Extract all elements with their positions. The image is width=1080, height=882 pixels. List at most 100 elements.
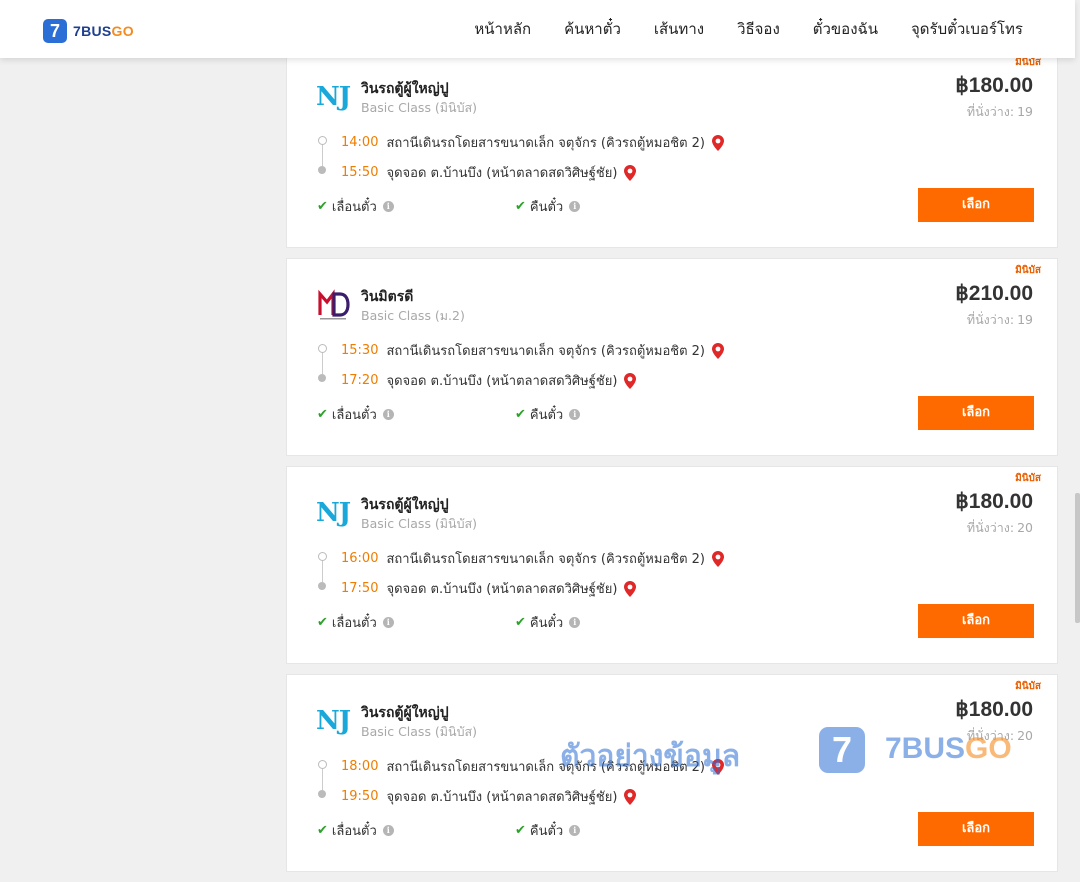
ticket-price: ฿180.00 [955, 698, 1033, 721]
feature-reschedule: ✔ เลื่อนตั๋ว i [317, 196, 394, 217]
operator-name: วินรถตู้ผู้ใหญ่ปู [361, 497, 449, 513]
check-icon: ✔ [515, 823, 526, 838]
arrival-place: จุดจอด ต.บ้านบึง (หน้าตลาดสดวิศิษฐ์ชัย) [386, 166, 618, 181]
operator-name: วินมิตรดี [361, 289, 414, 305]
ticket-price: ฿180.00 [955, 490, 1033, 513]
arrival-time: 15:50 [341, 165, 379, 180]
departure-stop: 15:30 สถานีเดินรถโดยสารขนาดเล็ก จตุจักร … [341, 340, 725, 361]
service-class: Basic Class (มินิบัส) [361, 100, 478, 115]
info-icon[interactable]: i [382, 825, 394, 836]
departure-time: 16:00 [341, 551, 379, 566]
scrollbar-track[interactable] [1075, 0, 1080, 800]
departure-stop: 18:00 สถานีเดินรถโดยสารขนาดเล็ก จตุจักร … [341, 756, 725, 777]
map-pin-icon[interactable] [711, 550, 725, 567]
map-pin-icon[interactable] [623, 580, 637, 597]
ticket-price: ฿210.00 [955, 282, 1033, 305]
logo-mark: 7 [43, 19, 67, 43]
departure-stop: 14:00 สถานีเดินรถโดยสารขนาดเล็ก จตุจักร … [341, 132, 725, 153]
departure-place: สถานีเดินรถโดยสารขนาดเล็ก จตุจักร (คิวรถ… [386, 760, 705, 775]
info-icon[interactable]: i [382, 201, 394, 212]
trip-card: มินิบัส NJ วินรถตู้ผู้ใหญ่ปู Basic Class… [286, 50, 1058, 248]
select-trip-button[interactable]: เลือก [918, 604, 1034, 638]
trip-card: มินิบัส วินมิตรดี Basic Class (ม.2) ฿210… [286, 258, 1058, 456]
arrival-place: จุดจอด ต.บ้านบึง (หน้าตลาดสดวิศิษฐ์ชัย) [386, 582, 618, 597]
operator-logo: NJ [315, 495, 351, 531]
info-icon[interactable]: i [382, 409, 394, 420]
check-icon: ✔ [515, 615, 526, 630]
nj-logo-text: NJ [315, 706, 351, 736]
info-icon[interactable]: i [569, 409, 581, 420]
feature-reschedule: ✔ เลื่อนตั๋ว i [317, 404, 394, 425]
nav-how-to-book[interactable]: วิธีจอง [737, 17, 780, 41]
arrival-stop: 17:20 จุดจอด ต.บ้านบึง (หน้าตลาดสดวิศิษฐ… [341, 370, 637, 391]
nj-logo-text: NJ [315, 82, 351, 112]
service-class: Basic Class (มินิบัส) [361, 724, 478, 739]
ticket-price: ฿180.00 [955, 74, 1033, 97]
seats-available: ที่นั่งว่าง: 20 [966, 520, 1033, 535]
arrival-time: 17:50 [341, 581, 379, 596]
feature-refund: ✔ คืนตั๋ว i [515, 196, 581, 217]
check-icon: ✔ [515, 199, 526, 214]
scrollbar-thumb[interactable] [1075, 493, 1080, 623]
departure-time: 18:00 [341, 759, 379, 774]
map-pin-icon[interactable] [623, 372, 637, 389]
logo-text: 7BUSGO [73, 23, 134, 39]
departure-place: สถานีเดินรถโดยสารขนาดเล็ก จตุจักร (คิวรถ… [386, 344, 705, 359]
service-class: Basic Class (ม.2) [361, 308, 465, 323]
arrival-dot [318, 166, 326, 174]
feature-refund: ✔ คืนตั๋ว i [515, 404, 581, 425]
main-nav: หน้าหลัก ค้นหาตั๋ว เส้นทาง วิธีจอง ตั๋วข… [474, 0, 1023, 58]
map-pin-icon[interactable] [623, 788, 637, 805]
departure-time: 15:30 [341, 343, 379, 358]
arrival-stop: 15:50 จุดจอด ต.บ้านบึง (หน้าตลาดสดวิศิษฐ… [341, 162, 637, 183]
arrival-time: 19:50 [341, 789, 379, 804]
arrival-time: 17:20 [341, 373, 379, 388]
arrival-dot [318, 374, 326, 382]
seats-available: ที่นั่งว่าง: 20 [966, 728, 1033, 743]
nav-ticket-pickup[interactable]: จุดรับตั๋วเบอร์โทร [911, 17, 1023, 41]
departure-dot [318, 344, 327, 353]
map-pin-icon[interactable] [711, 342, 725, 359]
select-trip-button[interactable]: เลือก [918, 396, 1034, 430]
nj-logo-text: NJ [315, 498, 351, 528]
md-logo-icon [318, 289, 350, 320]
arrival-stop: 19:50 จุดจอด ต.บ้านบึง (หน้าตลาดสดวิศิษฐ… [341, 786, 637, 807]
select-trip-button[interactable]: เลือก [918, 188, 1034, 222]
nav-search-tickets[interactable]: ค้นหาตั๋ว [564, 17, 621, 41]
info-icon[interactable]: i [569, 201, 581, 212]
info-icon[interactable]: i [382, 617, 394, 628]
departure-place: สถานีเดินรถโดยสารขนาดเล็ก จตุจักร (คิวรถ… [386, 552, 705, 567]
top-header: 7 7BUSGO หน้าหลัก ค้นหาตั๋ว เส้นทาง วิธี… [0, 0, 1075, 58]
arrival-place: จุดจอด ต.บ้านบึง (หน้าตลาดสดวิศิษฐ์ชัย) [386, 790, 618, 805]
map-pin-icon[interactable] [711, 758, 725, 775]
trip-results-list: มินิบัส NJ วินรถตู้ผู้ใหญ่ปู Basic Class… [286, 50, 1058, 882]
map-pin-icon[interactable] [623, 164, 637, 181]
arrival-stop: 17:50 จุดจอด ต.บ้านบึง (หน้าตลาดสดวิศิษฐ… [341, 578, 637, 599]
nav-routes[interactable]: เส้นทาง [654, 17, 704, 41]
service-class: Basic Class (มินิบัส) [361, 516, 478, 531]
operator-logo [315, 287, 351, 323]
nav-home[interactable]: หน้าหลัก [474, 17, 531, 41]
feature-reschedule: ✔ เลื่อนตั๋ว i [317, 820, 394, 841]
operator-logo: NJ [315, 79, 351, 115]
check-icon: ✔ [515, 407, 526, 422]
info-icon[interactable]: i [569, 825, 581, 836]
check-icon: ✔ [317, 823, 328, 838]
check-icon: ✔ [317, 615, 328, 630]
feature-reschedule: ✔ เลื่อนตั๋ว i [317, 612, 394, 633]
departure-stop: 16:00 สถานีเดินรถโดยสารขนาดเล็ก จตุจักร … [341, 548, 725, 569]
check-icon: ✔ [317, 199, 328, 214]
trip-card: มินิบัส NJ วินรถตู้ผู้ใหญ่ปู Basic Class… [286, 674, 1058, 872]
departure-time: 14:00 [341, 135, 379, 150]
operator-name: วินรถตู้ผู้ใหญ่ปู [361, 81, 449, 97]
select-trip-button[interactable]: เลือก [918, 812, 1034, 846]
feature-refund: ✔ คืนตั๋ว i [515, 612, 581, 633]
nav-my-tickets[interactable]: ตั๋วของฉัน [813, 17, 878, 41]
map-pin-icon[interactable] [711, 134, 725, 151]
arrival-dot [318, 582, 326, 590]
seats-available: ที่นั่งว่าง: 19 [966, 104, 1033, 119]
vehicle-type-badge: มินิบัส [1015, 265, 1041, 276]
seats-available: ที่นั่งว่าง: 19 [966, 312, 1033, 327]
info-icon[interactable]: i [569, 617, 581, 628]
brand-logo[interactable]: 7 7BUSGO [43, 19, 134, 43]
